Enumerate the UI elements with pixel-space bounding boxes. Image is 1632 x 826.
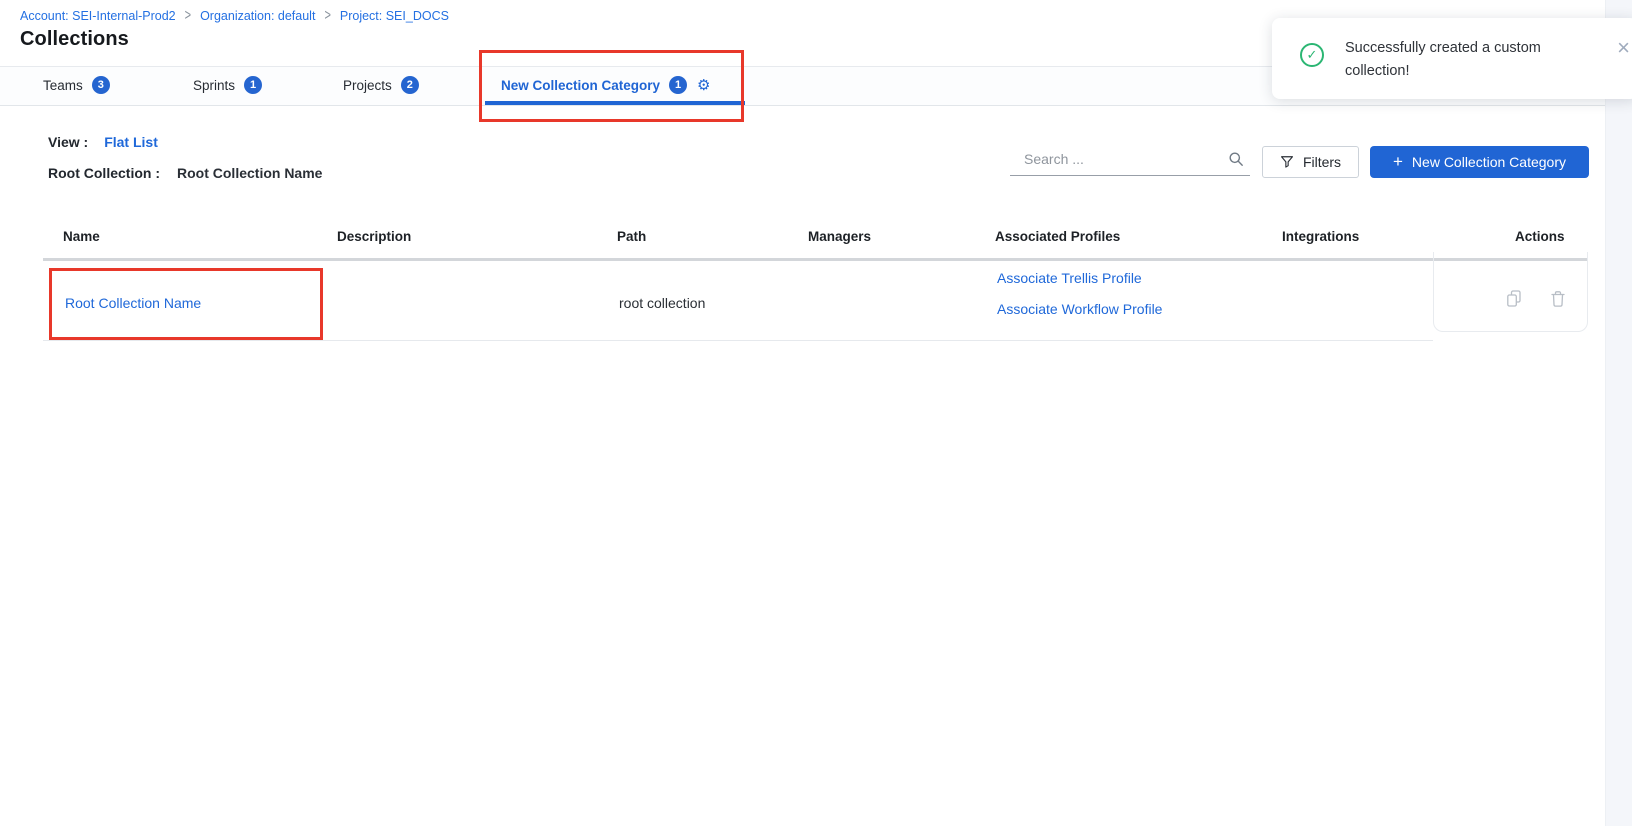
close-icon[interactable]: × (1617, 38, 1630, 58)
success-toast: ✓ Successfully created a custom collecti… (1272, 18, 1632, 99)
root-collection-label: Root Collection : (48, 165, 160, 181)
associate-trellis-profile-link[interactable]: Associate Trellis Profile (997, 270, 1142, 286)
column-header-description: Description (337, 229, 411, 244)
filters-button-label: Filters (1303, 154, 1341, 170)
root-collection-value: Root Collection Name (177, 165, 322, 181)
root-collection-row: Root Collection : Root Collection Name (48, 165, 322, 181)
tab-projects-count-badge: 2 (401, 76, 419, 94)
page-background-strip (1605, 0, 1632, 826)
new-collection-category-button[interactable]: + New Collection Category (1370, 146, 1589, 178)
chevron-right-icon: > (324, 8, 330, 25)
column-header-managers: Managers (808, 229, 871, 244)
annotation-box-active-tab (479, 50, 744, 122)
table-header-divider (43, 258, 1588, 261)
page-title: Collections (20, 28, 129, 51)
collections-page: Account: SEI-Internal-Prod2 > Organizati… (0, 0, 1632, 826)
tab-projects[interactable]: Projects 2 (343, 74, 419, 96)
column-header-associated-profiles: Associated Profiles (995, 229, 1120, 244)
toast-message: Successfully created a custom collection… (1345, 37, 1581, 83)
tab-teams[interactable]: Teams 3 (43, 74, 110, 96)
annotation-box-collection-name (49, 268, 323, 340)
column-header-integrations: Integrations (1282, 229, 1359, 244)
copy-icon[interactable] (1506, 290, 1523, 314)
collection-path: root collection (619, 295, 705, 311)
success-check-icon: ✓ (1300, 43, 1324, 67)
view-flat-list-link[interactable]: Flat List (104, 134, 158, 150)
column-header-actions: Actions (1515, 229, 1565, 244)
search-icon[interactable] (1228, 151, 1244, 172)
tab-teams-label: Teams (43, 78, 83, 93)
tab-teams-count-badge: 3 (92, 76, 110, 94)
breadcrumb-project-link[interactable]: Project: SEI_DOCS (340, 9, 449, 23)
filter-funnel-icon (1280, 155, 1294, 169)
tab-sprints-label: Sprints (193, 78, 235, 93)
row-divider (43, 340, 1433, 341)
column-header-name: Name (63, 229, 100, 244)
plus-icon: + (1393, 153, 1403, 170)
column-header-path: Path (617, 229, 646, 244)
check-glyph: ✓ (1307, 47, 1318, 63)
breadcrumb-account-link[interactable]: Account: SEI-Internal-Prod2 (20, 9, 176, 23)
tab-sprints-count-badge: 1 (244, 76, 262, 94)
associate-workflow-profile-link[interactable]: Associate Workflow Profile (997, 301, 1162, 317)
chevron-right-icon: > (185, 8, 191, 25)
filters-button[interactable]: Filters (1262, 146, 1359, 178)
search-box (1010, 143, 1250, 176)
tab-projects-label: Projects (343, 78, 392, 93)
search-input[interactable] (1022, 143, 1231, 175)
new-collection-category-button-label: New Collection Category (1412, 154, 1566, 170)
breadcrumb-organization-link[interactable]: Organization: default (200, 9, 315, 23)
breadcrumb: Account: SEI-Internal-Prod2 > Organizati… (20, 9, 449, 23)
view-label: View : (48, 134, 88, 150)
trash-icon[interactable] (1550, 290, 1566, 313)
view-row: View : Flat List (48, 134, 158, 150)
tab-sprints[interactable]: Sprints 1 (193, 74, 262, 96)
